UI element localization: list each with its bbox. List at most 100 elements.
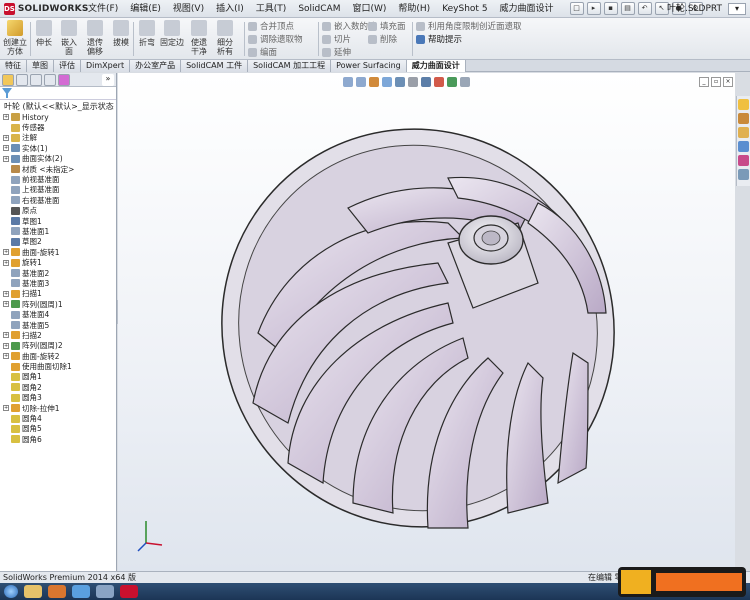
tree-item[interactable]: 圆角4 (0, 413, 116, 423)
angle-select-button[interactable]: 利用角度限制创近面遗取 (416, 20, 522, 32)
expand-toggle-icon[interactable]: + (3, 259, 9, 266)
expand-toggle-icon[interactable]: + (3, 155, 9, 162)
tree-item[interactable]: 前视基准面 (0, 174, 116, 184)
tab-solidcam-part[interactable]: SolidCAM 工件 (181, 60, 249, 72)
tree-item[interactable]: + 旋转1 (0, 257, 116, 267)
graphics-area[interactable]: _ ▫ × (118, 73, 735, 571)
embed-face-button[interactable]: 嵌入面 (58, 20, 80, 58)
tree-item[interactable]: 圆角6 (0, 434, 116, 444)
tree-item[interactable]: + 曲面-旋转2 (0, 351, 116, 361)
tree-item[interactable]: 圆角5 (0, 424, 116, 434)
expand-toggle-icon[interactable]: + (3, 249, 9, 256)
new-file-icon[interactable]: □ (569, 2, 584, 15)
create-cube-button[interactable]: 创建立方体 (3, 20, 27, 58)
draft-button[interactable]: 拔模 (110, 20, 132, 58)
tree-item[interactable]: + 切除-拉伸1 (0, 403, 116, 413)
design-library-icon[interactable] (738, 113, 749, 124)
view-palette-icon[interactable] (738, 141, 749, 152)
edit-face-button[interactable]: 编面 (248, 46, 277, 58)
menu-insert[interactable]: 插入(I) (210, 0, 250, 18)
open-folder-icon[interactable]: ▸ (586, 2, 601, 15)
menu-edit[interactable]: 编辑(E) (124, 0, 167, 18)
solidworks-taskbar-icon[interactable] (120, 585, 138, 598)
menu-view[interactable]: 视图(V) (167, 0, 210, 18)
tree-item[interactable]: 右视基准面 (0, 195, 116, 205)
remove-button[interactable]: 调除遗取物 (248, 33, 303, 45)
tree-item[interactable]: + History (0, 112, 116, 122)
config-tab-icon[interactable] (30, 74, 42, 86)
tree-item[interactable]: 草图1 (0, 216, 116, 226)
menu-keyshot[interactable]: KeyShot 5 (436, 0, 493, 18)
tab-features[interactable]: 特征 (0, 60, 27, 72)
menu-solidcam[interactable]: SolidCAM (292, 0, 346, 18)
print-icon[interactable]: ▤ (620, 2, 635, 15)
fill-face-button[interactable]: 填充面 (368, 20, 406, 32)
expand-panel-icon[interactable]: » (102, 74, 114, 86)
explorer-taskbar-icon[interactable] (24, 585, 42, 598)
feature-tree-tab-icon[interactable] (2, 74, 14, 86)
menu-power-surface[interactable]: 威力曲面设计 (494, 0, 560, 18)
search-taskbar-icon[interactable] (96, 585, 114, 598)
help-tips-button[interactable]: 帮助提示 (416, 33, 462, 45)
menu-help[interactable]: 帮助(H) (392, 0, 436, 18)
expand-toggle-icon[interactable]: + (3, 353, 9, 360)
expand-toggle-icon[interactable]: + (3, 332, 9, 339)
tree-item[interactable]: + 实体(1) (0, 143, 116, 153)
window-menu-icon[interactable]: ▾ (728, 3, 746, 15)
tree-item[interactable]: + 阵列(圆周)2 (0, 341, 116, 351)
tree-item[interactable]: 基准面5 (0, 320, 116, 330)
expand-toggle-icon[interactable]: + (3, 290, 9, 297)
tree-item[interactable]: + 扫描1 (0, 289, 116, 299)
dimxpert-tab-icon[interactable] (44, 74, 56, 86)
tree-item[interactable]: + 扫描2 (0, 330, 116, 340)
tree-item[interactable]: 基准面2 (0, 268, 116, 278)
tab-evaluate[interactable]: 评估 (54, 60, 81, 72)
resources-icon[interactable] (738, 99, 749, 110)
tree-item[interactable]: 圆角3 (0, 393, 116, 403)
tree-item[interactable]: 材质 <未指定> (0, 164, 116, 174)
bend-button[interactable]: 折弯 (136, 20, 158, 58)
browser-taskbar-icon[interactable] (72, 585, 90, 598)
expand-toggle-icon[interactable]: + (3, 301, 9, 308)
expand-toggle-icon[interactable]: + (3, 145, 9, 152)
tree-item[interactable]: 上视基准面 (0, 185, 116, 195)
tree-item[interactable]: + 阵列(圆周)1 (0, 299, 116, 309)
tree-item[interactable]: 草图2 (0, 237, 116, 247)
tab-solidcam-process[interactable]: SolidCAM 加工工程 (248, 60, 332, 72)
impeller-model[interactable] (118, 73, 735, 571)
start-button-icon[interactable] (4, 585, 18, 598)
merge-vertex-button[interactable]: 合并顶点 (248, 20, 294, 32)
expand-toggle-icon[interactable]: + (3, 342, 9, 349)
expand-toggle-icon[interactable]: + (3, 405, 9, 412)
tree-item[interactable]: 传感器 (0, 122, 116, 132)
tree-item[interactable]: 基准面4 (0, 309, 116, 319)
tab-office[interactable]: 办公室产品 (130, 60, 182, 72)
slice-button[interactable]: 切片 (322, 33, 351, 45)
tab-power-surface-design[interactable]: 威力曲面设计 (406, 60, 466, 72)
expand-toggle-icon[interactable]: + (3, 134, 9, 141)
tree-item[interactable]: 原点 (0, 206, 116, 216)
tree-filter[interactable] (0, 87, 116, 100)
offset-button[interactable]: 遗传偏移 (84, 20, 106, 58)
delete-button[interactable]: 削除 (368, 33, 397, 45)
extend-button[interactable]: 伸长 (33, 20, 55, 58)
menu-file[interactable]: 文件(F) (82, 0, 124, 18)
custom-properties-icon[interactable] (738, 169, 749, 180)
tab-power-surfacing[interactable]: Power Surfacing (331, 60, 407, 72)
save-icon[interactable]: ▪ (603, 2, 618, 15)
tree-item[interactable]: 基准面1 (0, 226, 116, 236)
solidworks-logo[interactable]: DS SOLIDWORKS (0, 0, 88, 18)
menu-tools[interactable]: 工具(T) (250, 0, 293, 18)
expand-toggle-icon[interactable]: + (3, 114, 9, 121)
extend-small-button[interactable]: 延伸 (322, 46, 351, 58)
tree-item[interactable]: + 注解 (0, 133, 116, 143)
tree-item[interactable]: 圆角1 (0, 372, 116, 382)
file-explorer-icon[interactable] (738, 127, 749, 138)
tree-item[interactable]: 圆角2 (0, 382, 116, 392)
undo-icon[interactable]: ↶ (637, 2, 652, 15)
tree-item[interactable]: 使用曲面切除1 (0, 361, 116, 371)
appearances-icon[interactable] (738, 155, 749, 166)
subdivide-button[interactable]: 细分析有 (214, 20, 236, 58)
tab-dimxpert[interactable]: DimXpert (81, 60, 131, 72)
clean-button[interactable]: 使遗干净 (188, 20, 210, 58)
